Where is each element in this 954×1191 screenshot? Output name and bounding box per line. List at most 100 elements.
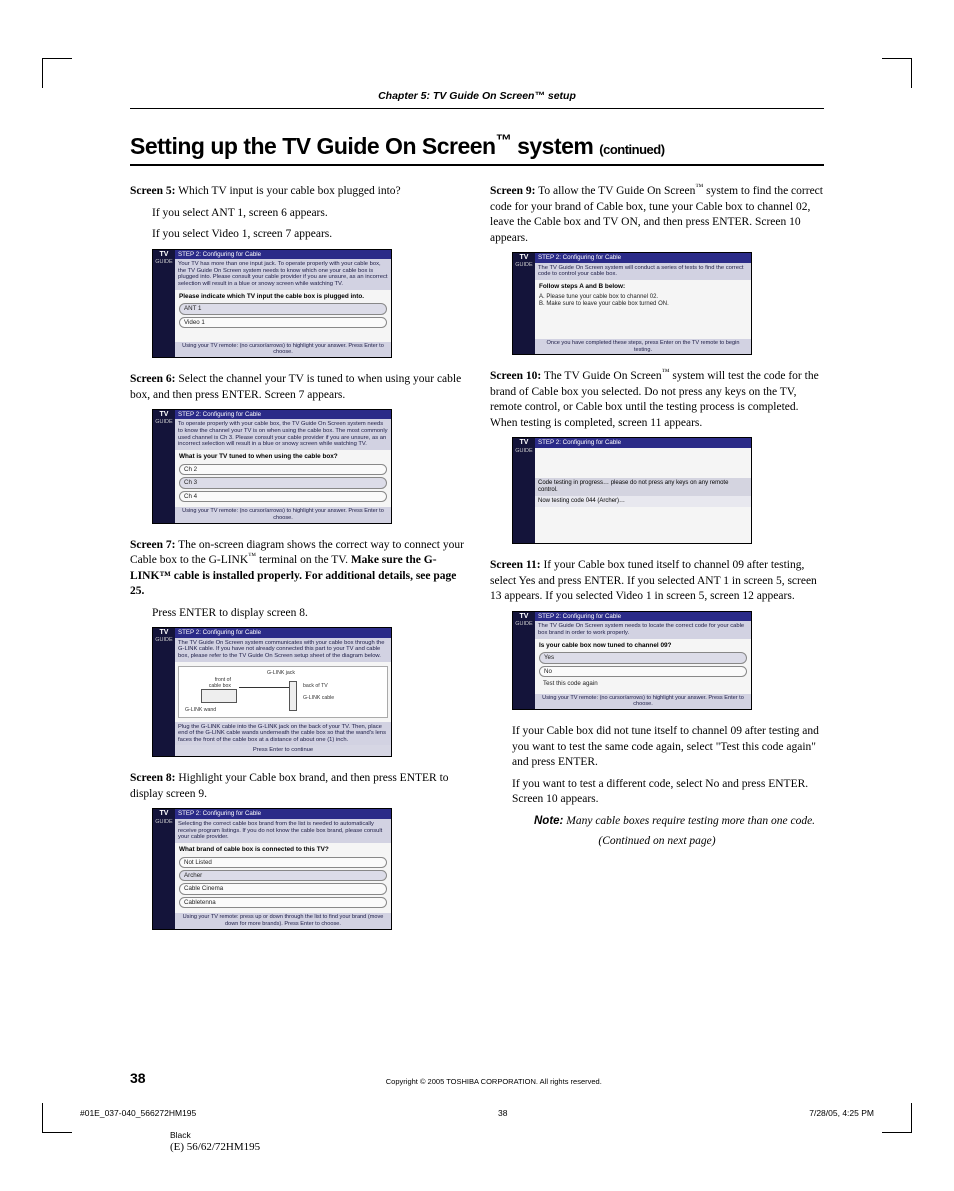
shot5-opt-ant1: ANT 1	[179, 303, 387, 314]
guide-label: GUIDE	[155, 637, 172, 644]
screenshot-8: TVGUIDE STEP 2: Configuring for Cable Se…	[152, 808, 392, 929]
shot11-question: Is your cable box now tuned to channel 0…	[539, 642, 747, 650]
screen7-textb: terminal on the TV.	[256, 554, 351, 566]
diag-back-label: back of TV	[303, 683, 328, 689]
screen8-para: Screen 8: Highlight your Cable box brand…	[130, 771, 464, 802]
screen7-line2: Press ENTER to display screen 8.	[152, 606, 464, 622]
shot6-opt-ch2: Ch 2	[179, 464, 387, 475]
guide-label: GUIDE	[155, 419, 172, 426]
diag-cable-label: G-LINK cable	[303, 695, 334, 701]
shot10-progress2: Now testing code 044 (Archer)…	[535, 496, 751, 507]
tv-logo: TV	[520, 254, 529, 262]
tv-logo: TV	[520, 439, 529, 447]
shot6-footer: Using your TV remote: (no cursor/arrows)…	[175, 507, 391, 522]
shot9-stepb: B. Make sure to leave your cable box tur…	[539, 301, 747, 308]
shot8-opt-cablecinema: Cable Cinema	[179, 883, 387, 894]
footer-mid: 38	[498, 1108, 507, 1118]
shot-header: STEP 2: Configuring for Cable	[535, 612, 751, 621]
screenshot-11: TVGUIDE STEP 2: Configuring for Cable Th…	[512, 611, 752, 710]
screen6-para: Screen 6: Select the channel your TV is …	[130, 372, 464, 403]
shot-header: STEP 2: Configuring for Cable	[535, 438, 751, 447]
screen5-line3: If you select Video 1, screen 7 appears.	[152, 227, 464, 243]
shot6-opt-ch4: Ch 4	[179, 491, 387, 502]
glink-diagram: front of cable box G-LINK wand G-LINK ja…	[178, 666, 388, 718]
screen5-line2: If you select ANT 1, screen 6 appears.	[152, 206, 464, 222]
chapter-header: Chapter 5: TV Guide On Screen™ setup	[130, 90, 824, 109]
screen6-text: Select the channel your TV is tuned to w…	[130, 373, 461, 401]
shot-header: STEP 2: Configuring for Cable	[175, 628, 391, 637]
page-title: Setting up the TV Guide On Screen™ syste…	[130, 133, 824, 166]
screen9-texta: To allow the TV Guide On Screen	[535, 185, 695, 197]
shot5-question: Please indicate which TV input the cable…	[179, 293, 387, 301]
shot9-question: Follow steps A and B below:	[539, 283, 747, 291]
shot-header: STEP 2: Configuring for Cable	[175, 250, 391, 259]
screen6-label: Screen 6:	[130, 373, 175, 385]
screen8-label: Screen 8:	[130, 772, 175, 784]
screen7-label: Screen 7:	[130, 539, 175, 551]
shot10-progress1: Code testing in progress… please do not …	[535, 478, 751, 496]
screen11-label: Screen 11:	[490, 559, 541, 571]
copyright: Copyright © 2005 TOSHIBA CORPORATION. Al…	[164, 1077, 824, 1086]
diag-cable-line	[239, 687, 289, 688]
guide-label: GUIDE	[155, 819, 172, 826]
note-label: Note:	[534, 815, 563, 827]
shot-header: STEP 2: Configuring for Cable	[175, 410, 391, 419]
shot8-opt-notlisted: Not Listed	[179, 857, 387, 868]
shot7-blurb: The TV Guide On Screen system communicat…	[175, 638, 391, 662]
shot8-footer: Using your TV remote: press up or down t…	[175, 913, 391, 928]
shot8-blurb: Selecting the correct cable box brand fr…	[175, 819, 391, 843]
footer-model: (E) 56/62/72HM195	[170, 1141, 260, 1153]
footer-black: Black	[170, 1130, 191, 1140]
shot7-blurb2: Plug the G-LINK cable into the G-LINK ja…	[175, 722, 391, 746]
guide-label: GUIDE	[515, 621, 532, 628]
shot8-opt-archer: Archer	[179, 870, 387, 881]
diag-cablebox	[201, 689, 237, 703]
note-body: Many cable boxes require testing more th…	[563, 815, 815, 827]
screen7-para: Screen 7: The on-screen diagram shows th…	[130, 538, 464, 600]
left-column: Screen 5: Which TV input is your cable b…	[130, 184, 464, 944]
diag-front-label: front of cable box	[203, 677, 231, 689]
after1: If your Cable box did not tune itself to…	[512, 724, 824, 771]
crop-mark-tr	[882, 58, 912, 88]
page-number: 38	[130, 1070, 146, 1086]
shot9-stepa: A. Please tune your cable box to channel…	[539, 294, 747, 301]
screen8-text: Highlight your Cable box brand, and then…	[130, 772, 449, 800]
shot8-question: What brand of cable box is connected to …	[179, 846, 387, 854]
screen5-text: Which TV input is your cable box plugged…	[175, 185, 400, 197]
tv-logo: TV	[160, 411, 169, 419]
screen10-para: Screen 10: The TV Guide On Screen™ syste…	[490, 369, 824, 431]
screen11-para: Screen 11: If your Cable box tuned itsel…	[490, 558, 824, 605]
shot5-opt-video1: Video 1	[179, 317, 387, 328]
title-main: Setting up the TV Guide On Screen	[130, 133, 496, 159]
after2: If you want to test a different code, se…	[512, 777, 824, 808]
shot11-footer: Using your TV remote: (no cursor/arrows)…	[535, 694, 751, 709]
tv-logo: TV	[160, 629, 169, 637]
diag-jack-label: G-LINK jack	[267, 670, 295, 676]
footer-date: 7/28/05, 4:25 PM	[809, 1108, 874, 1118]
screen9-para: Screen 9: To allow the TV Guide On Scree…	[490, 184, 824, 246]
shot11-blurb: The TV Guide On Screen system needs to l…	[535, 621, 751, 638]
diag-tvback	[289, 681, 297, 711]
shot7-footer: Press Enter to continue	[175, 745, 391, 756]
guide-label: GUIDE	[515, 262, 532, 269]
shot5-blurb: Your TV has more than one input jack. To…	[175, 259, 391, 290]
shot11-opt-no: No	[539, 666, 747, 677]
screen5-label: Screen 5:	[130, 185, 175, 197]
crop-mark-br	[882, 1103, 912, 1133]
shot11-opt-yes: Yes	[539, 652, 747, 663]
title-system: system	[511, 133, 599, 159]
shot9-blurb: The TV Guide On Screen system will condu…	[535, 263, 751, 280]
shot-header: STEP 2: Configuring for Cable	[535, 253, 751, 262]
tv-logo: TV	[520, 613, 529, 621]
shot8-opt-cabletenna: Cabletenna	[179, 897, 387, 908]
screenshot-10: TVGUIDE STEP 2: Configuring for Cable Co…	[512, 437, 752, 544]
shot9-footer: Once you have completed these steps, pre…	[535, 339, 751, 354]
shot6-question: What is your TV tuned to when using the …	[179, 453, 387, 461]
shot5-footer: Using your TV remote: (no cursor/arrows)…	[175, 342, 391, 357]
crop-mark-bl	[42, 1103, 72, 1133]
screenshot-9: TVGUIDE STEP 2: Configuring for Cable Th…	[512, 252, 752, 355]
guide-label: GUIDE	[155, 259, 172, 266]
title-continued: (continued)	[599, 142, 664, 157]
screen10-label: Screen 10:	[490, 370, 541, 382]
screenshot-5: TVGUIDE STEP 2: Configuring for Cable Yo…	[152, 249, 392, 358]
